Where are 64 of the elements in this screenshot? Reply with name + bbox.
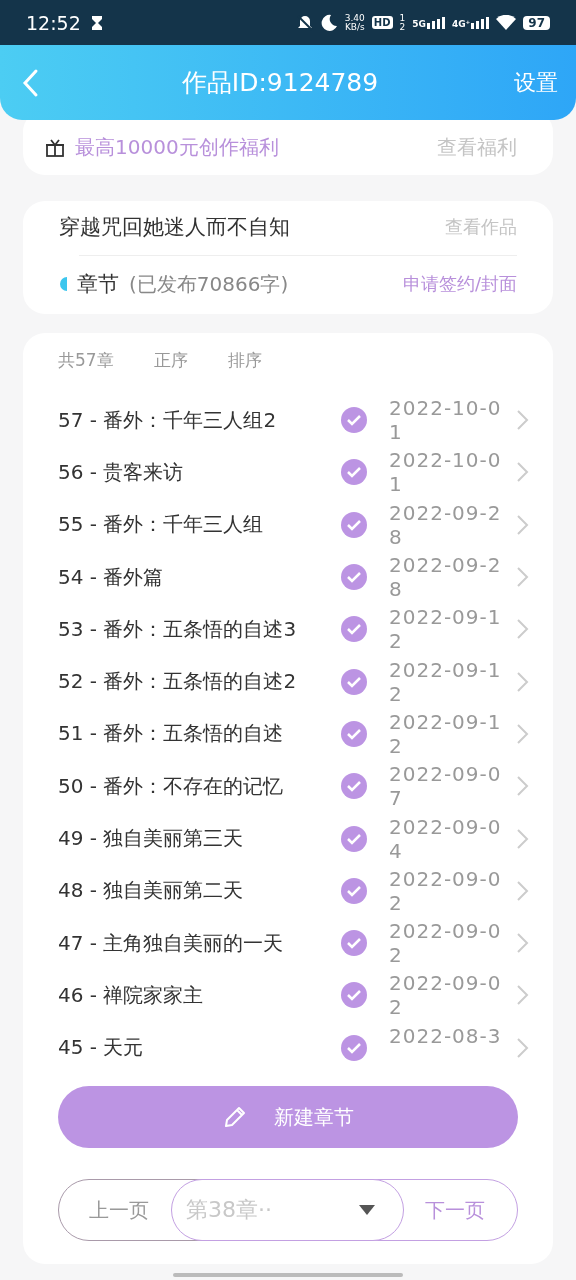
- chevron-icon[interactable]: [515, 722, 529, 745]
- word-count: (已发布70866字): [129, 270, 289, 298]
- chapter-title[interactable]: 52 - 番外：五条悟的自述2: [58, 668, 341, 696]
- chapter-title[interactable]: 54 - 番外篇: [58, 563, 341, 591]
- chapter-date: 2022-09-12: [389, 657, 503, 706]
- chapter-title[interactable]: 47 - 主角独自美丽的一天: [58, 929, 341, 957]
- chapter-title[interactable]: 49 - 独自美丽第三天: [58, 825, 341, 852]
- wifi-icon: [496, 15, 517, 30]
- chevron-icon[interactable]: [515, 984, 529, 1007]
- chapter-date: 2022-10-01: [389, 448, 503, 497]
- moon-icon: [320, 14, 338, 31]
- chapter-title[interactable]: 53 - 番外：五条悟的自述3: [58, 615, 341, 643]
- chevron-icon[interactable]: [515, 513, 529, 536]
- chapter-date: 2022-09-02: [389, 919, 503, 968]
- sim-label: 1: [399, 13, 406, 23]
- chapter-date: 2022-09-12: [389, 709, 503, 758]
- chevron-icon[interactable]: [515, 1036, 529, 1059]
- promo-text: 最高10000元创作福利: [75, 134, 280, 161]
- chevron-icon[interactable]: [515, 461, 529, 484]
- chevron-icon[interactable]: [515, 932, 529, 955]
- chapter-date: 2022-09-02: [389, 866, 503, 915]
- gift-icon: [45, 137, 65, 158]
- chapter-date: 2022-10-01: [389, 396, 503, 445]
- network-label: 4G⁺: [451, 18, 471, 29]
- chapter-date: 2022-09-28: [389, 553, 503, 602]
- signal-icon: [471, 16, 490, 29]
- hd-badge: HD: [371, 16, 393, 29]
- work-title: 穿越咒回她迷人而不自知: [59, 214, 290, 241]
- chevron-icon[interactable]: [515, 775, 529, 798]
- chapter-title[interactable]: 57 - 番外：千年三人组2: [58, 406, 341, 434]
- chapter-title[interactable]: 50 - 番外：不存在的记忆: [58, 772, 341, 800]
- chapter-date: 2022-09-02: [389, 971, 503, 1020]
- hourglass-icon: [90, 14, 103, 31]
- battery-icon: 97: [523, 15, 550, 30]
- sim-label: 2: [399, 22, 406, 32]
- chapter-date: 2022-09-12: [389, 605, 503, 654]
- dropdown-caret-icon: [359, 1205, 375, 1215]
- chapter-date: 2022-09-28: [389, 500, 503, 549]
- network-label: 5G: [412, 18, 426, 29]
- chapter-date: 2022-08-3: [389, 1023, 503, 1050]
- chapter-count: 共57章: [58, 349, 114, 372]
- chevron-icon[interactable]: [515, 566, 529, 589]
- pencil-icon: [222, 1104, 248, 1130]
- chapter-title[interactable]: 51 - 番外：五条悟的自述: [58, 720, 341, 748]
- network-speed: 3.40: [344, 13, 365, 23]
- chapter-title[interactable]: 55 - 番外：千年三人组: [58, 511, 341, 539]
- chevron-icon[interactable]: [515, 618, 529, 641]
- chevron-icon[interactable]: [515, 670, 529, 693]
- section-label: 章节: [77, 271, 119, 298]
- signal-icon: [426, 16, 445, 29]
- page-title: 作品ID:9124789: [180, 67, 380, 99]
- home-indicator[interactable]: [173, 1273, 403, 1277]
- chevron-icon[interactable]: [515, 827, 529, 850]
- chapter-date: 2022-09-07: [389, 762, 503, 811]
- chapter-title[interactable]: 46 - 禅院家家主: [58, 981, 341, 1009]
- chevron-icon[interactable]: [515, 879, 529, 902]
- status-time: 12:52: [26, 11, 81, 34]
- chapter-title[interactable]: 56 - 贵客来访: [58, 458, 341, 486]
- chapter-title[interactable]: 48 - 独自美丽第二天: [58, 877, 341, 905]
- chapter-date: 2022-09-04: [389, 814, 503, 863]
- chapter-title[interactable]: 45 - 天元: [58, 1034, 341, 1062]
- speed-unit: KB/s: [344, 22, 365, 32]
- section-marker-icon: [59, 277, 67, 291]
- chevron-icon[interactable]: [515, 409, 529, 432]
